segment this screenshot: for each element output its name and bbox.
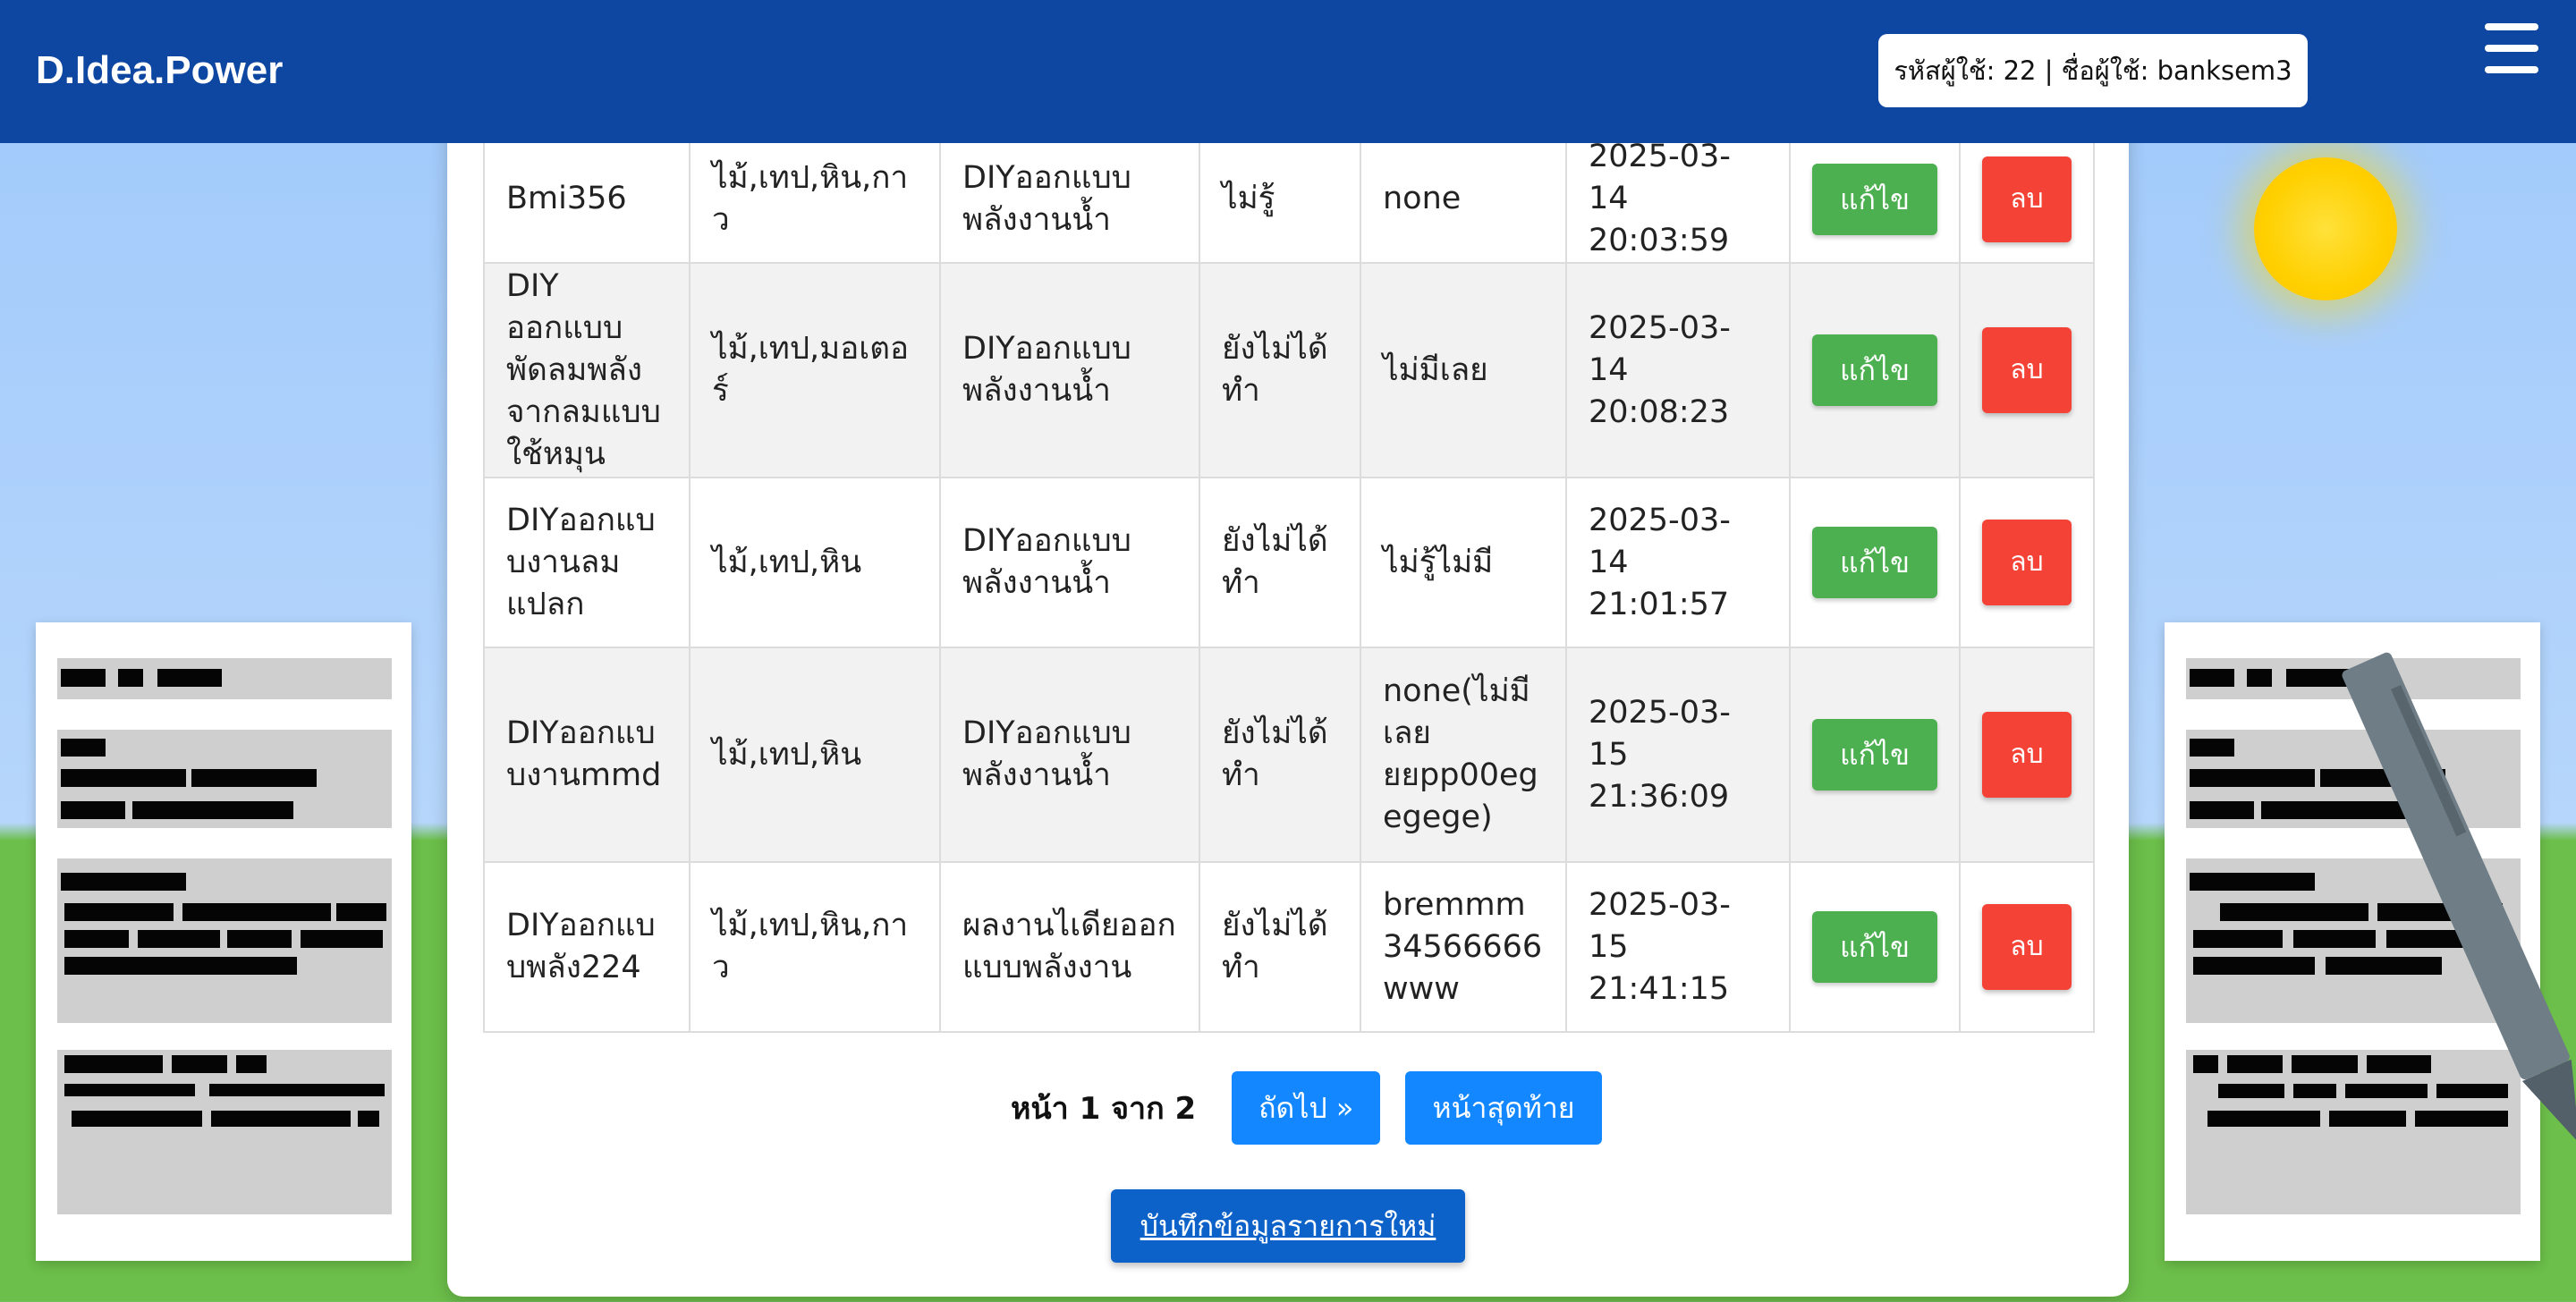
cell-status: ยังไม่ได้ทำ	[1199, 647, 1361, 863]
cell-status: ยังไม่ได้ทำ	[1199, 477, 1361, 648]
cell-edit: แก้ไข	[1789, 647, 1961, 863]
edit-button[interactable]: แก้ไข	[1812, 163, 1937, 235]
cell-note: none(ไม่มีเลย ยยpp00egegege)	[1360, 647, 1567, 863]
cell-note: ไม่รู้ไม่มี	[1360, 477, 1567, 648]
cell-delete: ลบ	[1959, 647, 2095, 863]
document-illustration-left	[36, 622, 411, 1261]
cell-edit: แก้ไข	[1789, 861, 1961, 1033]
delete-button[interactable]: ลบ	[1982, 327, 2072, 413]
cell-materials: ไม้,เทป,มอเตอร์	[689, 262, 941, 478]
cell-delete: ลบ	[1959, 861, 2095, 1033]
sun-illustration	[2254, 157, 2397, 300]
cell-category: ผลงานไเดียออกแบบพลังงาน	[939, 861, 1200, 1033]
cell-delete: ลบ	[1959, 134, 2095, 264]
cell-note: ไม่มีเลย	[1360, 262, 1567, 478]
delete-button[interactable]: ลบ	[1982, 904, 2072, 990]
cell-date: 2025-03-14 20:03:59	[1565, 134, 1791, 264]
edit-button[interactable]: แก้ไข	[1812, 911, 1937, 983]
records-table: Bmi356 ไม้,เทป,หิน,กาว DIYออกแบบพลังงานน…	[483, 134, 2095, 1033]
cell-name: DIYออกแบบพลัง224	[483, 861, 691, 1033]
table-row: DIYออกแบบพลัง224 ไม้,เทป,หิน,กาว ผลงานไเ…	[483, 861, 2095, 1033]
last-page-button[interactable]: หน้าสุดท้าย	[1405, 1071, 1602, 1145]
delete-button[interactable]: ลบ	[1982, 520, 2072, 605]
table-row: DIYออกแบบงานลมแปลก ไม้,เทป,หิน DIYออกแบบ…	[483, 477, 2095, 648]
table-row: DIYออกแบบงานmmd ไม้,เทป,หิน DIYออกแบบพลั…	[483, 647, 2095, 863]
cell-note: none	[1360, 134, 1567, 264]
cell-category: DIYออกแบบพลังงานน้ำ	[939, 262, 1200, 478]
edit-button[interactable]: แก้ไข	[1812, 719, 1937, 790]
pagination: หน้า 1 จาก 2 ถัดไป » หน้าสุดท้าย	[1011, 1071, 1627, 1145]
cell-delete: ลบ	[1959, 477, 2095, 648]
cell-edit: แก้ไข	[1789, 477, 1961, 648]
cell-category: DIYออกแบบพลังงานน้ำ	[939, 647, 1200, 863]
next-page-button[interactable]: ถัดไป »	[1232, 1071, 1381, 1145]
cell-date: 2025-03-14 20:08:23	[1565, 262, 1791, 478]
edit-button[interactable]: แก้ไข	[1812, 527, 1937, 598]
top-navbar: D.Idea.Power รหัสผู้ใช้: 22 | ชื่อผู้ใช้…	[0, 0, 2576, 143]
cell-name: DIYออกแบบงานลมแปลก	[483, 477, 691, 648]
cell-delete: ลบ	[1959, 262, 2095, 478]
cell-date: 2025-03-15 21:41:15	[1565, 861, 1791, 1033]
cell-category: DIYออกแบบพลังงานน้ำ	[939, 134, 1200, 264]
cell-date: 2025-03-14 21:01:57	[1565, 477, 1791, 648]
delete-button[interactable]: ลบ	[1982, 156, 2072, 242]
cell-edit: แก้ไข	[1789, 262, 1961, 478]
cell-name: DIYออกแบบงานmmd	[483, 647, 691, 863]
cell-name: Bmi356	[483, 134, 691, 264]
menu-icon[interactable]	[2485, 23, 2538, 73]
cell-note: bremmm34566666www	[1360, 861, 1567, 1033]
cell-materials: ไม้,เทป,หิน,กาว	[689, 861, 941, 1033]
edit-button[interactable]: แก้ไข	[1812, 334, 1937, 406]
cell-edit: แก้ไข	[1789, 134, 1961, 264]
delete-button[interactable]: ลบ	[1982, 712, 2072, 798]
cell-status: ไม่รู้	[1199, 134, 1361, 264]
table-row: DIY ออกแบบ พัดลมพลังจากลมแบบใช้หมุน ไม้,…	[483, 262, 2095, 478]
cell-status: ยังไม่ได้ทำ	[1199, 262, 1361, 478]
save-new-record-button[interactable]: บันทึกข้อมูลรายการใหม่	[1111, 1189, 1465, 1263]
cell-status: ยังไม่ได้ทำ	[1199, 861, 1361, 1033]
user-info-badge: รหัสผู้ใช้: 22 | ชื่อผู้ใช้: banksem3	[1878, 34, 2308, 107]
cell-category: DIYออกแบบพลังงานน้ำ	[939, 477, 1200, 648]
table-row: Bmi356 ไม้,เทป,หิน,กาว DIYออกแบบพลังงานน…	[483, 134, 2095, 264]
page-indicator: หน้า 1 จาก 2	[1011, 1091, 1197, 1127]
cell-materials: ไม้,เทป,หิน	[689, 477, 941, 648]
cell-materials: ไม้,เทป,หิน,กาว	[689, 134, 941, 264]
cell-date: 2025-03-15 21:36:09	[1565, 647, 1791, 863]
cell-name: DIY ออกแบบ พัดลมพลังจากลมแบบใช้หมุน	[483, 262, 691, 478]
site-logo[interactable]: D.Idea.Power	[36, 48, 283, 93]
cell-materials: ไม้,เทป,หิน	[689, 647, 941, 863]
